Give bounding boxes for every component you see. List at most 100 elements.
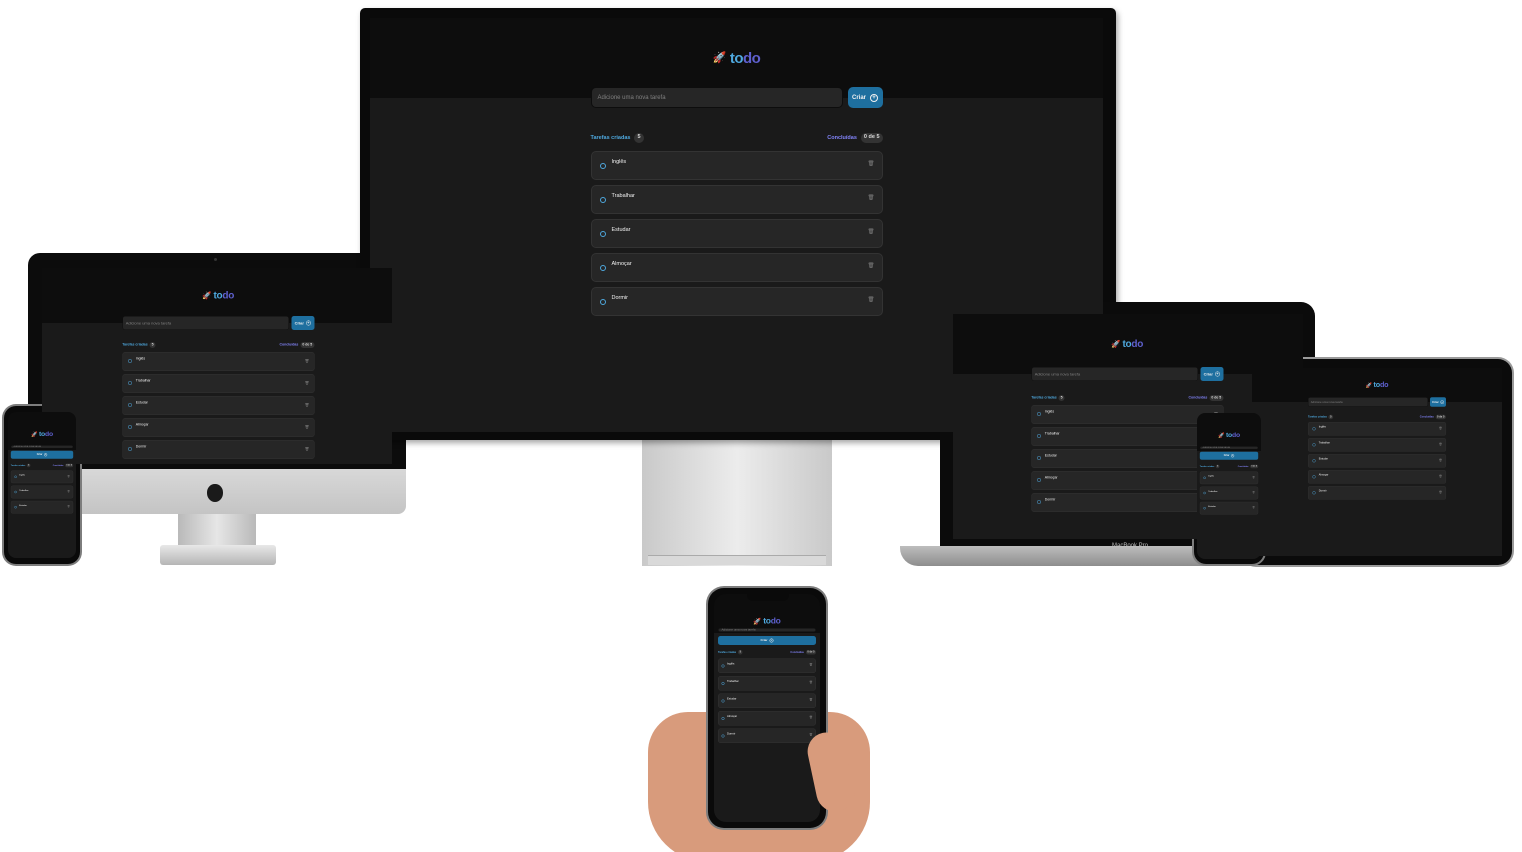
trash-icon[interactable]: 🗑 — [1252, 507, 1255, 509]
new-task-input[interactable]: Adicione uma nova tarefa — [718, 628, 816, 632]
trash-icon[interactable]: 🗑 — [868, 263, 875, 270]
trash-icon[interactable]: 🗑 — [868, 229, 875, 236]
trash-icon[interactable]: 🗑 — [67, 506, 70, 508]
task-checkbox[interactable] — [1312, 443, 1316, 447]
task-item: Dormir🗑 — [1308, 486, 1446, 500]
done-label: Concluídas — [827, 134, 857, 141]
task-checkbox[interactable] — [1203, 476, 1206, 479]
task-checkbox[interactable] — [599, 162, 606, 169]
task-checkbox[interactable] — [1312, 459, 1316, 463]
laptop-brand-label: MacBook Pro — [1111, 543, 1148, 549]
trash-icon[interactable]: 🗑 — [1439, 459, 1442, 462]
new-task-input[interactable]: Adicione uma nova tarefa — [1308, 397, 1428, 407]
task-item: Inglês 🗑 — [10, 470, 74, 484]
task-checkbox[interactable] — [1312, 491, 1316, 495]
task-text: Almoçar — [727, 715, 738, 718]
trash-icon[interactable]: 🗑 — [809, 681, 812, 685]
trash-icon[interactable]: 🗑 — [1252, 476, 1255, 479]
task-checkbox[interactable] — [599, 264, 606, 271]
new-task-input[interactable]: Adicione uma nova tarefa — [10, 445, 74, 449]
trash-icon[interactable]: 🗑 — [809, 699, 812, 702]
task-item: Estudar 🗑 — [1308, 454, 1446, 468]
task-checkbox[interactable] — [127, 380, 132, 385]
create-button[interactable]: Criar + — [847, 87, 883, 108]
plus-circle-icon: + — [1440, 400, 1444, 404]
new-task-input[interactable]: Adicione uma nova tarefa — [590, 87, 843, 108]
trash-icon[interactable]: 🗑 — [809, 734, 812, 737]
task-checkbox[interactable] — [127, 402, 132, 407]
task-text: Trabalhar — [19, 489, 29, 492]
logo-text-do: do — [770, 616, 781, 626]
logo-text-to: to — [213, 289, 223, 301]
task-text: Trabalhar — [1044, 431, 1060, 436]
task-checkbox[interactable] — [721, 717, 725, 720]
trash-icon[interactable]: 🗑 — [305, 425, 309, 429]
screen-imac: 🚀 todo Adicione uma nova tarefa Criar + Ta… — [42, 268, 392, 464]
task-checkbox[interactable] — [1036, 433, 1041, 438]
task-checkbox[interactable] — [721, 682, 725, 685]
task-checkbox[interactable] — [1036, 499, 1041, 504]
task-checkbox[interactable] — [14, 475, 17, 478]
trash-icon[interactable]: 🗑 — [1439, 427, 1442, 430]
task-checkbox[interactable] — [721, 734, 725, 738]
create-button[interactable]: Criar + — [10, 450, 74, 459]
trash-icon[interactable]: 🗑 — [305, 381, 309, 385]
task-checkbox[interactable] — [1203, 507, 1206, 510]
trash-icon[interactable]: 🗑 — [809, 664, 812, 667]
task-checkbox[interactable] — [599, 196, 606, 203]
task-text: Inglês — [1318, 425, 1326, 429]
done-count-badge: 0 de 5 — [1435, 414, 1446, 420]
task-checkbox[interactable] — [721, 699, 725, 703]
task-checkbox[interactable] — [127, 446, 132, 451]
new-task-input[interactable]: Adicione uma nova tarefa — [1031, 367, 1198, 381]
todo-app: 🚀 todo Adicione uma nova tarefa Criar + Ta… — [1197, 413, 1261, 559]
trash-icon[interactable]: 🗑 — [1439, 475, 1442, 478]
task-checkbox[interactable] — [14, 490, 17, 494]
monitor-stand — [642, 438, 832, 566]
task-item: Dormir🗑 — [1031, 492, 1224, 512]
trash-icon[interactable]: 🗑 — [305, 359, 309, 363]
task-checkbox[interactable] — [721, 664, 725, 668]
task-list: Inglês🗑 Trabalhar🗑 Estudar🗑 Almoçar🗑 Dor… — [1031, 404, 1224, 512]
new-task-input[interactable]: Adicione uma nova tarefa — [122, 316, 289, 330]
rocket-icon: 🚀 — [1365, 382, 1372, 388]
trash-icon[interactable]: 🗑 — [809, 716, 812, 720]
trash-icon[interactable]: 🗑 — [305, 447, 309, 451]
create-button[interactable]: Criar + — [718, 636, 816, 645]
created-stat: Tarefas criadas 5 — [11, 463, 31, 468]
new-task-input[interactable]: Adicione uma nova tarefa — [1199, 446, 1259, 450]
task-checkbox[interactable] — [1036, 455, 1041, 460]
trash-icon[interactable]: 🗑 — [868, 297, 875, 304]
trash-icon[interactable]: 🗑 — [1439, 443, 1442, 446]
created-stat: Tarefas criadas 5 — [1308, 414, 1334, 420]
task-list: Inglês🗑 Trabalhar🗑 Estudar🗑 Almoçar🗑 Dor… — [122, 351, 315, 459]
task-checkbox[interactable] — [14, 506, 17, 509]
task-checkbox[interactable] — [1312, 427, 1316, 431]
create-button[interactable]: Criar + — [291, 316, 315, 330]
trash-icon[interactable]: 🗑 — [67, 475, 70, 478]
trash-icon[interactable]: 🗑 — [305, 403, 309, 407]
task-checkbox[interactable] — [1203, 491, 1206, 495]
done-count-badge: 0 de 5 — [860, 133, 883, 143]
trash-icon[interactable]: 🗑 — [67, 491, 70, 493]
create-button[interactable]: Criar + — [1199, 451, 1259, 460]
create-button[interactable]: Criar + — [1430, 397, 1446, 407]
task-checkbox[interactable] — [599, 230, 606, 237]
screen-tablet: 🚀 todo Adicione uma nova tarefa Criar + Ta… — [1252, 368, 1502, 556]
task-list: Inglês 🗑 Trabalhar 🗑 Estudar 🗑 — [1199, 471, 1259, 515]
trash-icon[interactable]: 🗑 — [868, 195, 875, 202]
new-task-row: Adicione uma nova tarefa Criar + — [1199, 446, 1259, 460]
task-checkbox[interactable] — [599, 298, 606, 305]
task-checkbox[interactable] — [127, 358, 132, 363]
task-checkbox[interactable] — [1036, 411, 1041, 416]
create-button-label: Criar — [36, 453, 43, 456]
task-checkbox[interactable] — [127, 424, 132, 429]
task-checkbox[interactable] — [1036, 477, 1041, 482]
trash-icon[interactable]: 🗑 — [1439, 491, 1442, 494]
trash-icon[interactable]: 🗑 — [1252, 492, 1255, 494]
trash-icon[interactable]: 🗑 — [868, 161, 875, 168]
task-text: Trabalhar — [727, 680, 739, 683]
created-stat: Tarefas criadas 5 — [718, 650, 743, 655]
create-button[interactable]: Criar + — [1200, 367, 1224, 381]
task-checkbox[interactable] — [1312, 475, 1316, 479]
